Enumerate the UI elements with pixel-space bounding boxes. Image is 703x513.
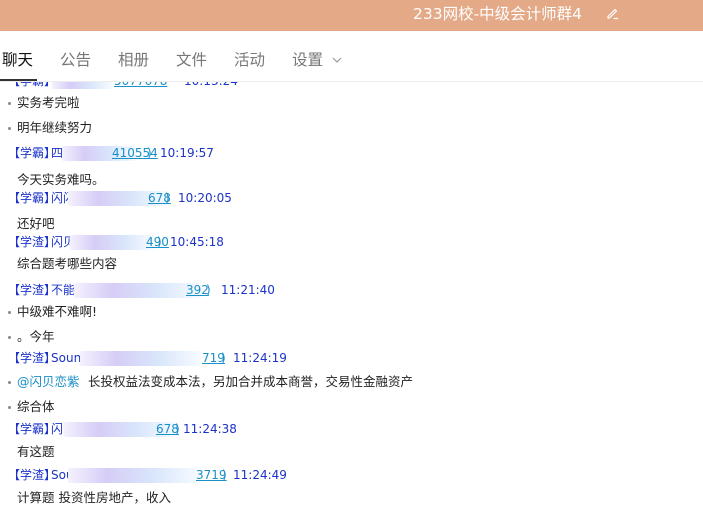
title-bar: 233网校-中级会计师群4 [0,0,703,31]
tab-settings[interactable]: 设置 [292,50,323,70]
tab-album[interactable]: 相册 [118,50,149,70]
mention-link[interactable]: @闪贝恋紫 [17,372,80,392]
message-body: 。今年 [17,329,55,344]
message-body: 今天实务难吗。 [17,172,105,187]
message-body: 有这题 [17,444,55,459]
message-time: 10:19:57 [160,146,214,160]
qq-close-paren: ) [206,283,211,297]
message-body: 综合题考哪些内容 [17,256,118,271]
sender-nickname[interactable]: 不能 [51,280,75,300]
message-body: 还好吧 [17,216,55,231]
sender-role: 【学渣】 [8,468,57,482]
chevron-down-icon[interactable] [332,56,342,64]
bullet-dot [8,311,11,314]
message-body: 中级难不难啊! [17,304,98,319]
qq-close-paren: ) [147,146,152,160]
chat-message-list[interactable]: 【学霸】 5077678 10:13:24 实务考完啦明年继续努力【学霸】四川4… [0,82,703,513]
sender-role: 【学渣】 [8,351,57,365]
sender-nickname[interactable]: Soun [51,348,81,368]
bullet-dot [8,406,11,409]
bullet-dot [8,381,11,384]
message-body: 长投权益法变成本法，另加合并成本商誉，交易性金融资产 [88,374,414,389]
message-body: 明年继续努力 [17,120,93,135]
qq-close-paren: ) [222,468,227,482]
tab-announcement[interactable]: 公告 [60,50,91,70]
redacted-sender-info [74,283,202,298]
qq-close-paren: ) [165,191,170,205]
message-time: 10:20:05 [178,191,232,205]
bullet-dot [8,102,11,105]
message-time: 11:24:49 [233,468,287,482]
active-tab-indicator [0,79,37,81]
tab-files[interactable]: 文件 [176,50,207,70]
tab-bar: 聊天 公告 相册 文件 活动 设置 [0,31,703,82]
message-body: 综合体 [17,399,55,414]
message-time: 11:24:19 [233,351,287,365]
redacted-sender-info [70,235,154,250]
message-time: 10:13:24 [184,82,238,91]
qq-close-paren: ) [175,422,180,436]
message-time: 10:45:18 [170,235,224,249]
bullet-dot [8,127,11,130]
redacted-sender-info [68,468,200,483]
bullet-dot [8,336,11,339]
sender-role: 【学渣】 [8,235,57,249]
sender-role: 【学渣】 [8,283,57,297]
qq-close-paren: ) [221,351,226,365]
redacted-sender-name [52,82,112,89]
sender-role: 【学霸】 [8,82,56,91]
tab-chat[interactable]: 聊天 [2,50,33,70]
redacted-sender-info [80,351,201,366]
group-title: 233网校-中级会计师群4 [413,5,583,23]
qq-close-paren: ) [157,235,162,249]
message-body: 实务考完啦 [17,95,80,110]
sender-qq-number[interactable]: 5077678 [114,82,167,91]
message-time: 11:24:38 [183,422,237,436]
message-body: 计算题 投资性房地产，收入 [17,490,171,505]
tab-activity[interactable]: 活动 [234,50,265,70]
sender-role: 【学霸】 [8,146,57,160]
edit-pencil-icon[interactable] [605,6,620,21]
sender-role: 【学霸】 [8,191,57,205]
sender-role: 【学霸】 [8,422,57,436]
message-time: 11:21:40 [221,283,275,297]
